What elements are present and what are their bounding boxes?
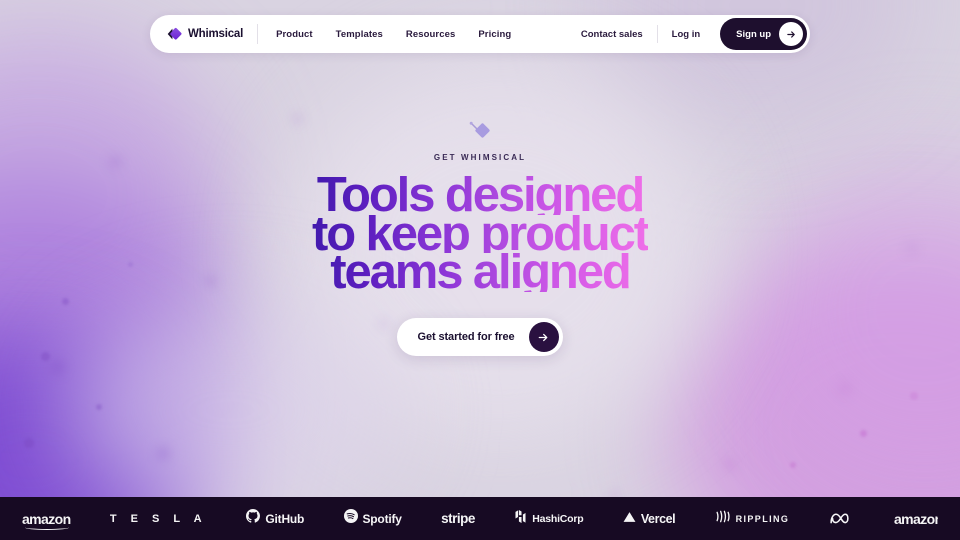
whimsical-diamond-icon bbox=[467, 120, 493, 147]
hashicorp-icon bbox=[514, 509, 527, 529]
logo-label: HashiCorp bbox=[532, 512, 584, 525]
logo-tesla: T E S L A bbox=[110, 513, 207, 525]
github-mark-icon bbox=[246, 509, 261, 528]
amazon-logo-icon: amazon bbox=[22, 511, 71, 530]
tesla-wordmark-icon: T E S L A bbox=[109, 512, 208, 525]
logo-meta bbox=[829, 511, 855, 526]
bg-speck bbox=[910, 392, 918, 400]
get-started-button-label: Get started for free bbox=[417, 331, 515, 344]
logo-stripe: stripe bbox=[441, 511, 475, 526]
logo-marquee-track: amazon T E S L A GitHub Spotify stripe H… bbox=[0, 509, 960, 530]
hero-section: GET WHIMSICAL Tools designed to keep pro… bbox=[0, 120, 960, 357]
logo-vercel: Vercel bbox=[623, 510, 676, 528]
logo-github: GitHub bbox=[246, 509, 304, 528]
amazon-logo-icon: amazon bbox=[894, 511, 938, 527]
nav-divider bbox=[656, 25, 658, 43]
spotify-icon bbox=[343, 509, 358, 528]
nav-item-product[interactable]: Product bbox=[276, 29, 313, 40]
nav-links: Product Templates Resources Pricing bbox=[258, 29, 511, 40]
stripe-wordmark-icon: stripe bbox=[441, 511, 475, 526]
whimsical-diamond-logo-icon bbox=[166, 26, 182, 42]
brand-name: Whimsical bbox=[188, 28, 244, 40]
meta-infinity-icon bbox=[829, 511, 855, 526]
main-navbar: Whimsical Product Templates Resources Pr… bbox=[150, 15, 810, 53]
nav-item-templates[interactable]: Templates bbox=[336, 29, 383, 40]
logo-hashicorp: HashiCorp bbox=[514, 509, 584, 529]
vercel-triangle-icon bbox=[623, 510, 636, 528]
nav-item-pricing[interactable]: Pricing bbox=[478, 29, 511, 40]
logo-rippling: RIPPLING bbox=[715, 510, 790, 528]
amazon-swoosh-icon bbox=[897, 525, 938, 527]
hero-eyebrow: GET WHIMSICAL bbox=[433, 153, 527, 162]
login-link[interactable]: Log in bbox=[672, 29, 701, 40]
bg-speck bbox=[790, 462, 796, 468]
arrow-right-icon bbox=[528, 322, 559, 353]
amazon-swoosh-icon bbox=[24, 525, 69, 530]
logo-amazon-2: amazon bbox=[894, 511, 938, 527]
logo-amazon: amazon bbox=[22, 511, 71, 530]
signup-button-label: Sign up bbox=[736, 28, 771, 40]
signup-button[interactable]: Sign up bbox=[720, 18, 807, 50]
bg-speck bbox=[96, 404, 102, 410]
logo-spotify: Spotify bbox=[343, 509, 402, 528]
brand-logo[interactable]: Whimsical bbox=[150, 26, 257, 42]
customer-logo-bar: amazon T E S L A GitHub Spotify stripe H… bbox=[0, 497, 960, 540]
bg-speck bbox=[860, 430, 867, 437]
arrow-right-icon bbox=[779, 22, 803, 46]
nav-actions: Contact sales Log in Sign up bbox=[581, 18, 810, 50]
rippling-icon bbox=[715, 510, 731, 528]
contact-sales-link[interactable]: Contact sales bbox=[581, 29, 643, 40]
logo-label: RIPPLING bbox=[735, 513, 790, 524]
logo-label: Vercel bbox=[640, 511, 676, 526]
bg-speck bbox=[24, 438, 34, 448]
nav-item-resources[interactable]: Resources bbox=[406, 29, 455, 40]
page-title: Tools designed to keep product teams ali… bbox=[312, 171, 650, 297]
get-started-button[interactable]: Get started for free bbox=[397, 318, 563, 357]
headline-line-3: teams aligned bbox=[312, 248, 648, 297]
logo-label: Spotify bbox=[362, 511, 402, 526]
logo-label: GitHub bbox=[265, 511, 305, 526]
